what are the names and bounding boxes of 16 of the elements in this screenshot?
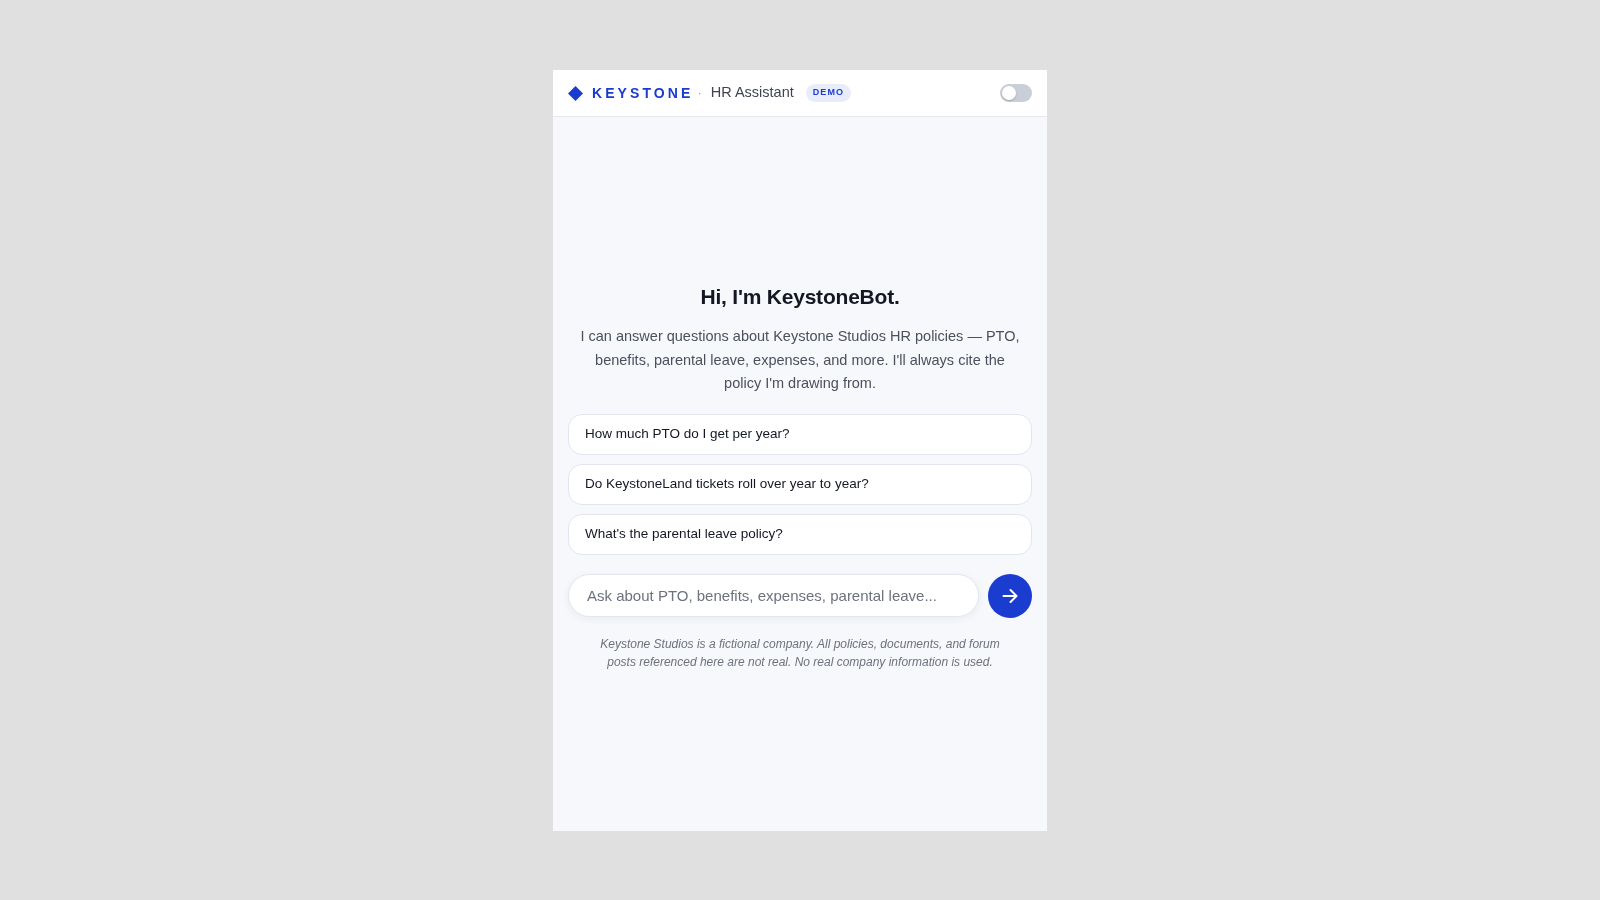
suggestion-button[interactable]: Do KeystoneLand tickets roll over year to year? <box>568 463 1032 505</box>
disclaimer-text: Keystone Studios is a fictional company. All policies, documents, and forum posts referenced here are not real. No real company information is used. <box>599 635 1001 671</box>
toggle-knob-icon <box>1002 86 1016 100</box>
message-input[interactable]: Ask about PTO, benefits, expenses, parental leave... <box>568 574 979 617</box>
suggestion-button[interactable]: How much PTO do I get per year? <box>568 413 1032 455</box>
demo-badge: DEMO <box>805 84 852 102</box>
diamond-logo-icon <box>568 85 583 101</box>
toggle-switch[interactable] <box>1000 84 1032 102</box>
separator-dot: · <box>697 84 702 103</box>
suggestion-button[interactable]: What's the parental leave policy? <box>568 513 1032 555</box>
brand-name: KEYSTONE <box>592 83 694 103</box>
app-subtitle: HR Assistant <box>710 83 794 103</box>
welcome-title: Hi, I'm KeystoneBot. <box>700 283 900 310</box>
arrow-right-icon <box>1002 587 1018 604</box>
welcome-description: I can answer questions about Keystone Studios HR policies — PTO, benefits, parental leave, expenses, and more. I'll always cite the policy I'm drawing from. <box>579 327 1021 393</box>
send-button[interactable] <box>988 573 1032 618</box>
